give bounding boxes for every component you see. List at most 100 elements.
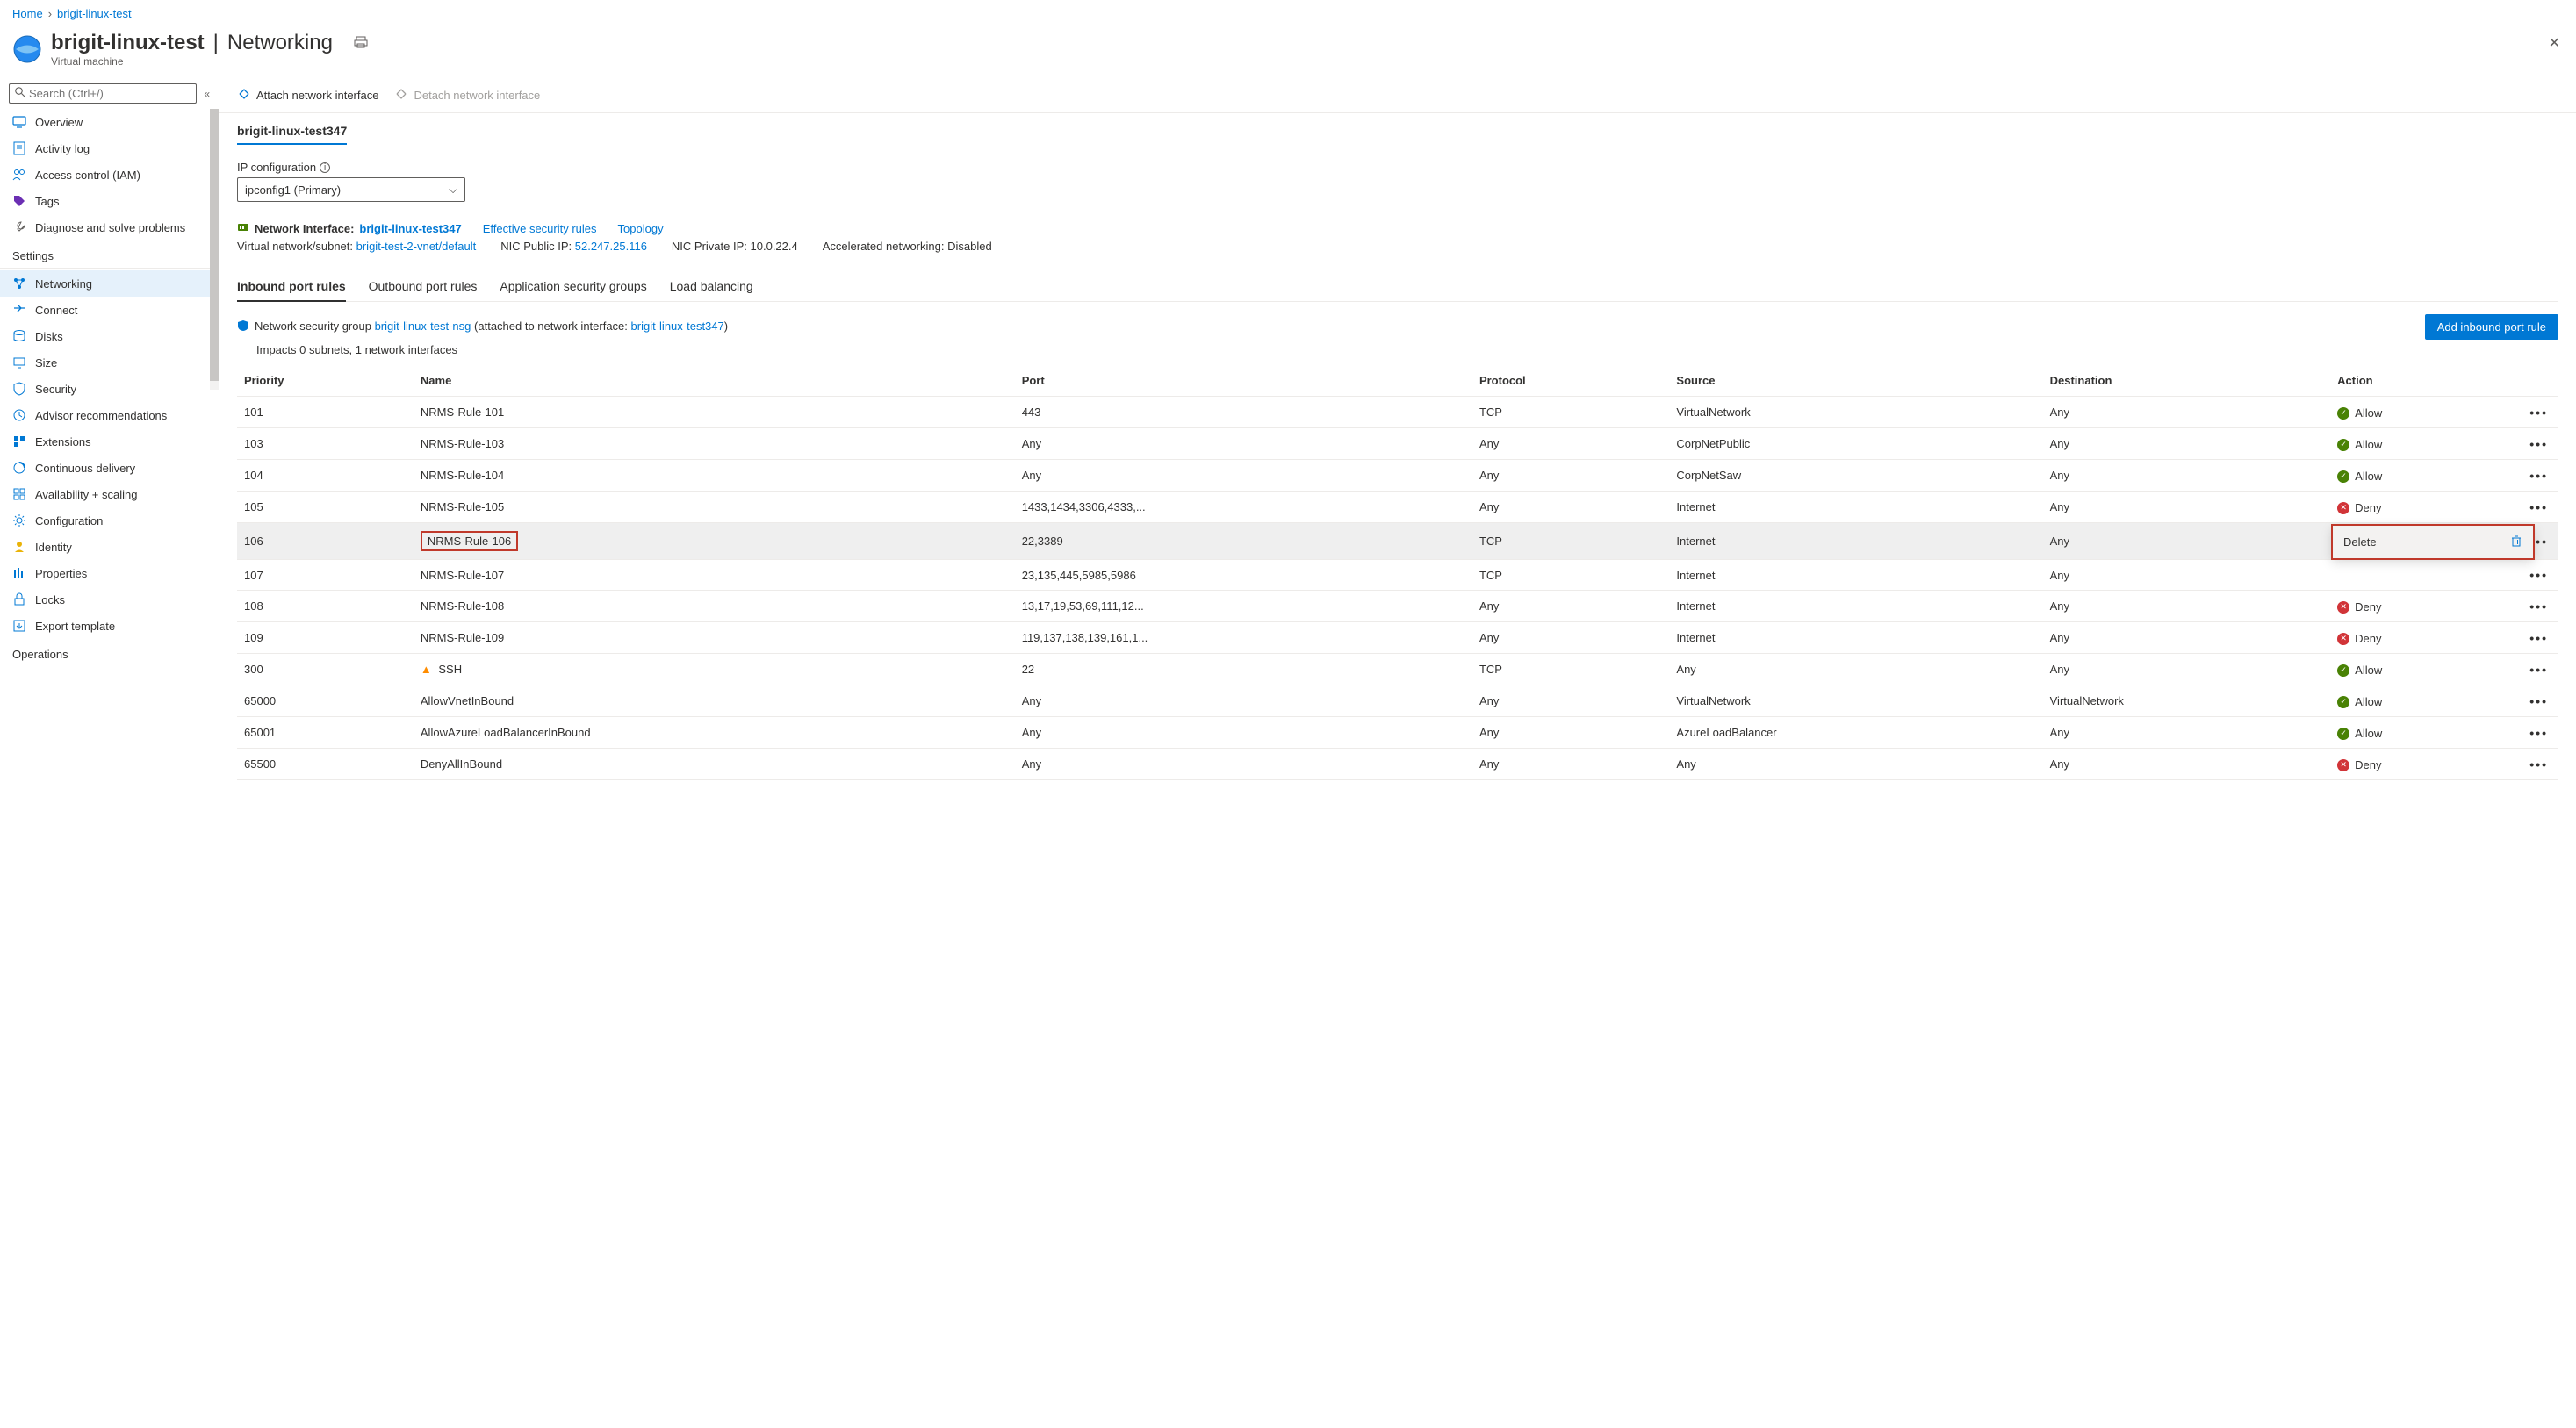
row-more-button[interactable]: ••• bbox=[2522, 591, 2558, 622]
vm-resource-icon bbox=[12, 34, 42, 64]
ip-config-select[interactable]: ipconfig1 (Primary) ⌵ bbox=[237, 177, 465, 202]
sidebar-item-tags[interactable]: Tags bbox=[0, 188, 219, 214]
print-icon[interactable] bbox=[350, 32, 371, 55]
private-ip-value: 10.0.22.4 bbox=[751, 240, 798, 253]
col-port[interactable]: Port bbox=[1015, 365, 1472, 397]
breadcrumb-home[interactable]: Home bbox=[12, 7, 43, 20]
nsg-nic-link[interactable]: brigit-linux-test347 bbox=[631, 319, 724, 333]
cell-port: 23,135,445,5985,5986 bbox=[1015, 560, 1472, 591]
context-menu-delete[interactable]: Delete bbox=[2333, 526, 2533, 558]
sidebar-item-access-control-iam-[interactable]: Access control (IAM) bbox=[0, 161, 219, 188]
cell-protocol: TCP bbox=[1472, 560, 1669, 591]
table-row[interactable]: 105NRMS-Rule-1051433,1434,3306,4333,...A… bbox=[237, 492, 2558, 523]
table-row[interactable]: 65001AllowAzureLoadBalancerInBoundAnyAny… bbox=[237, 717, 2558, 749]
sidebar-item-overview[interactable]: Overview bbox=[0, 109, 219, 135]
table-row[interactable]: 108NRMS-Rule-10813,17,19,53,69,111,12...… bbox=[237, 591, 2558, 622]
sidebar-item-disks[interactable]: Disks bbox=[0, 323, 219, 349]
content-area: Attach network interface Detach network … bbox=[219, 78, 2576, 1428]
row-more-button[interactable]: ••• bbox=[2522, 397, 2558, 428]
sidebar-item-connect[interactable]: Connect bbox=[0, 297, 219, 323]
col-name[interactable]: Name bbox=[414, 365, 1015, 397]
table-row[interactable]: 103NRMS-Rule-103AnyAnyCorpNetPublicAny✓ … bbox=[237, 428, 2558, 460]
sidebar-item-properties[interactable]: Properties bbox=[0, 560, 219, 586]
cell-priority: 65500 bbox=[237, 749, 414, 780]
private-ip-label: NIC Private IP: bbox=[672, 240, 747, 253]
cell-protocol: Any bbox=[1472, 428, 1669, 460]
subnet-link[interactable]: brigit-test-2-vnet/default bbox=[356, 240, 477, 253]
cell-name: NRMS-Rule-106 bbox=[414, 523, 1015, 560]
sidebar-item-label: Disks bbox=[35, 330, 63, 343]
detach-nic-button: Detach network interface bbox=[394, 87, 540, 104]
sidebar-search[interactable] bbox=[9, 83, 197, 104]
close-icon[interactable]: ✕ bbox=[2545, 31, 2564, 55]
cell-action: ✓ Allow bbox=[2330, 397, 2522, 428]
breadcrumb-current[interactable]: brigit-linux-test bbox=[57, 7, 132, 20]
cell-name: ▲ SSH bbox=[414, 654, 1015, 685]
info-icon[interactable]: i bbox=[320, 162, 330, 173]
cell-action: ✕ Deny bbox=[2330, 749, 2522, 780]
public-ip-link[interactable]: 52.247.25.116 bbox=[575, 240, 647, 253]
sidebar-item-label: Overview bbox=[35, 116, 83, 129]
row-more-button[interactable]: ••• bbox=[2522, 428, 2558, 460]
sidebar-item-identity[interactable]: Identity bbox=[0, 534, 219, 560]
sidebar-item-export-template[interactable]: Export template bbox=[0, 613, 219, 639]
table-row[interactable]: 106NRMS-Rule-10622,3389TCPInternetAny••• bbox=[237, 523, 2558, 560]
table-row[interactable]: 65500DenyAllInBoundAnyAnyAnyAny✕ Deny••• bbox=[237, 749, 2558, 780]
sidebar-item-advisor-recommendations[interactable]: Advisor recommendations bbox=[0, 402, 219, 428]
sidebar-item-security[interactable]: Security bbox=[0, 376, 219, 402]
sidebar-item-availability-scaling[interactable]: Availability + scaling bbox=[0, 481, 219, 507]
row-more-button[interactable]: ••• bbox=[2522, 654, 2558, 685]
table-row[interactable]: 107NRMS-Rule-10723,135,445,5985,5986TCPI… bbox=[237, 560, 2558, 591]
cell-destination: Any bbox=[2043, 717, 2331, 749]
sidebar-item-locks[interactable]: Locks bbox=[0, 586, 219, 613]
network-icon bbox=[12, 276, 26, 291]
cell-source: Internet bbox=[1669, 591, 2042, 622]
log-icon bbox=[12, 141, 26, 155]
col-source[interactable]: Source bbox=[1669, 365, 2042, 397]
cell-port: 13,17,19,53,69,111,12... bbox=[1015, 591, 1472, 622]
table-row[interactable]: 101NRMS-Rule-101443TCPVirtualNetworkAny✓… bbox=[237, 397, 2558, 428]
sidebar-item-size[interactable]: Size bbox=[0, 349, 219, 376]
cell-source: Internet bbox=[1669, 560, 2042, 591]
cell-priority: 300 bbox=[237, 654, 414, 685]
sidebar-item-networking[interactable]: Networking bbox=[0, 270, 219, 297]
nsg-link[interactable]: brigit-linux-test-nsg bbox=[375, 319, 471, 333]
search-input[interactable] bbox=[29, 87, 191, 100]
table-row[interactable]: 65000AllowVnetInBoundAnyAnyVirtualNetwor… bbox=[237, 685, 2558, 717]
table-row[interactable]: 104NRMS-Rule-104AnyAnyCorpNetSawAny✓ All… bbox=[237, 460, 2558, 492]
row-more-button[interactable]: ••• bbox=[2522, 717, 2558, 749]
attach-nic-button[interactable]: Attach network interface bbox=[237, 87, 378, 104]
tab-inbound-rules[interactable]: Inbound port rules bbox=[237, 272, 346, 302]
identity-icon bbox=[12, 540, 26, 554]
scrollbar-thumb[interactable] bbox=[210, 109, 219, 381]
row-more-button[interactable]: ••• bbox=[2522, 685, 2558, 717]
col-destination[interactable]: Destination bbox=[2043, 365, 2331, 397]
nic-tab[interactable]: brigit-linux-test347 bbox=[237, 124, 347, 145]
nic-interface-link[interactable]: brigit-linux-test347 bbox=[359, 222, 461, 235]
row-more-button[interactable]: ••• bbox=[2522, 460, 2558, 492]
tab-asg[interactable]: Application security groups bbox=[500, 272, 646, 301]
col-protocol[interactable]: Protocol bbox=[1472, 365, 1669, 397]
sidebar-item-diagnose-and-solve-problems[interactable]: Diagnose and solve problems bbox=[0, 214, 219, 240]
cell-destination: Any bbox=[2043, 654, 2331, 685]
sidebar-item-continuous-delivery[interactable]: Continuous delivery bbox=[0, 455, 219, 481]
row-more-button[interactable]: ••• bbox=[2522, 560, 2558, 591]
tab-outbound-rules[interactable]: Outbound port rules bbox=[369, 272, 478, 301]
effective-rules-link[interactable]: Effective security rules bbox=[483, 222, 597, 235]
tab-load-balancing[interactable]: Load balancing bbox=[670, 272, 753, 301]
table-row[interactable]: 109NRMS-Rule-109119,137,138,139,161,1...… bbox=[237, 622, 2558, 654]
cell-priority: 105 bbox=[237, 492, 414, 523]
row-more-button[interactable]: ••• bbox=[2522, 749, 2558, 780]
add-inbound-rule-button[interactable]: Add inbound port rule bbox=[2425, 314, 2558, 340]
sidebar-item-configuration[interactable]: Configuration bbox=[0, 507, 219, 534]
row-more-button[interactable]: ••• bbox=[2522, 492, 2558, 523]
sidebar-item-extensions[interactable]: Extensions bbox=[0, 428, 219, 455]
col-action[interactable]: Action bbox=[2330, 365, 2522, 397]
col-priority[interactable]: Priority bbox=[237, 365, 414, 397]
table-row[interactable]: 300▲ SSH22TCPAnyAny✓ Allow••• bbox=[237, 654, 2558, 685]
sidebar-item-activity-log[interactable]: Activity log bbox=[0, 135, 219, 161]
collapse-sidebar-icon[interactable]: « bbox=[204, 88, 210, 100]
row-more-button[interactable]: ••• bbox=[2522, 622, 2558, 654]
topology-link[interactable]: Topology bbox=[618, 222, 664, 235]
cell-name: AllowAzureLoadBalancerInBound bbox=[414, 717, 1015, 749]
